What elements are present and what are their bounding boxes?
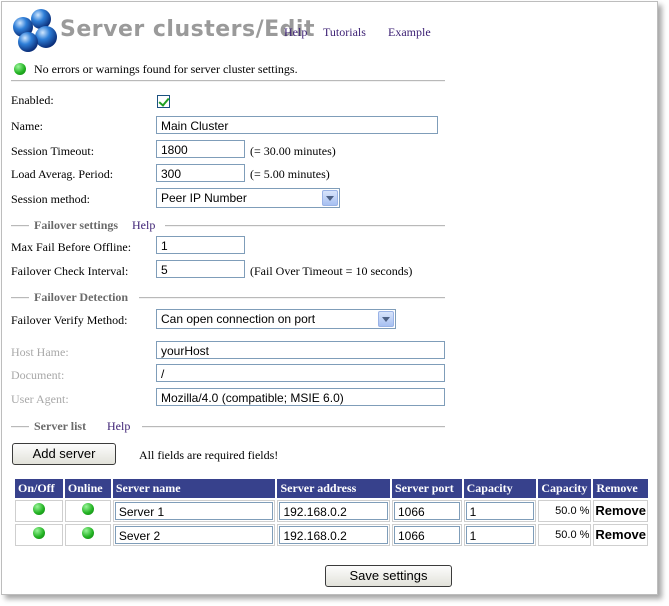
name-input[interactable]: Main Cluster [156,116,438,134]
column-header: Remove [593,479,648,498]
verify-method-value: Can open connection on port [161,312,316,326]
host-name-label: Host Hame: [11,345,69,359]
server-name-input[interactable]: Server 1 [114,502,274,520]
session-timeout-label: Session Timeout: [11,144,95,158]
name-label: Name: [11,119,43,133]
capacity-input[interactable]: 1 [465,502,535,520]
add-server-button[interactable]: Add server [12,443,116,465]
session-timeout-hint: (= 30.00 minutes) [250,144,336,158]
server-clusters-logo-icon [13,9,57,52]
max-fail-input[interactable]: 1 [156,236,245,254]
host-name-input[interactable]: yourHost [156,341,445,359]
divider [142,426,445,428]
enabled-checkbox[interactable] [157,95,170,108]
enabled-label: Enabled: [11,93,54,107]
server-table: On/Off Online Server name Server address… [13,477,650,548]
table-row: Server 1 192.168.0.2 1066 1 50.0 % Remov… [15,500,648,522]
column-header: Capacity [538,479,592,498]
verify-method-label: Failover Verify Method: [11,313,128,327]
server-list-help-link[interactable]: Help [107,419,130,434]
document-input[interactable]: / [156,364,445,382]
page-title: Server clusters/Edit [60,17,315,42]
table-row: Sever 2 192.168.0.2 1066 1 50.0 % Remove [15,524,648,546]
user-agent-label: User Agent: [11,392,69,406]
capacity-percent: 50.0 % [538,500,592,522]
chevron-down-icon[interactable] [378,311,394,327]
check-interval-input[interactable]: 5 [156,260,245,278]
server-address-input[interactable]: 192.168.0.2 [279,502,388,520]
column-header: On/Off [15,479,63,498]
max-fail-label: Max Fail Before Offline: [11,240,132,254]
capacity-percent: 50.0 % [538,524,592,546]
server-port-input[interactable]: 1066 [394,502,460,520]
session-timeout-input[interactable]: 1800 [156,140,245,158]
load-avg-hint: (= 5.00 minutes) [250,167,330,181]
column-header: Capacity [463,479,537,498]
user-agent-input[interactable]: Mozilla/4.0 (compatible; MSIE 6.0) [156,388,445,406]
load-avg-label: Load Averag. Period: [11,167,114,181]
chevron-down-icon[interactable] [322,190,338,206]
failover-detection-heading: Failover Detection [34,290,129,304]
online-status-icon [81,527,94,539]
session-method-label: Session method: [11,192,91,206]
session-method-value: Peer IP Number [161,191,247,205]
document-label: Document: [11,368,65,382]
required-note: All fields are required fields! [139,448,279,462]
column-header: Server address [277,479,390,498]
server-address-input[interactable]: 192.168.0.2 [279,526,388,544]
failover-settings-help-link[interactable]: Help [132,218,155,233]
failover-settings-heading: Failover settings [34,218,119,232]
check-interval-hint: (Fail Over Timeout = 10 seconds) [250,264,413,278]
divider [11,426,29,428]
status-ok-icon [14,63,26,75]
capacity-input[interactable]: 1 [465,526,535,544]
table-header-row: On/Off Online Server name Server address… [15,479,648,498]
tutorials-link[interactable]: Tutorials [323,25,366,40]
on-off-toggle-icon[interactable] [32,527,45,539]
online-status-icon [81,503,94,515]
remove-button[interactable]: Remove [595,527,646,542]
divider [139,297,445,299]
load-avg-input[interactable]: 300 [156,164,245,182]
column-header: Server port [392,479,462,498]
column-header: Online [64,479,111,498]
server-name-input[interactable]: Sever 2 [114,526,274,544]
help-link[interactable]: Help [284,25,307,40]
remove-button[interactable]: Remove [595,503,646,518]
verify-method-select[interactable]: Can open connection on port [156,309,396,329]
column-header: Server name [112,479,276,498]
check-interval-label: Failover Check Interval: [11,264,129,278]
example-link[interactable]: Example [388,25,431,40]
app-window: Server clusters/Edit Help Tutorials Exam… [1,1,658,595]
on-off-toggle-icon[interactable] [32,503,45,515]
divider [11,80,445,82]
save-settings-button[interactable]: Save settings [325,565,452,587]
divider [165,225,445,227]
status-message: No errors or warnings found for server c… [34,62,298,76]
server-port-input[interactable]: 1066 [394,526,460,544]
session-method-select[interactable]: Peer IP Number [156,188,340,208]
divider [11,297,29,299]
server-list-heading: Server list [34,419,87,433]
divider [11,225,29,227]
